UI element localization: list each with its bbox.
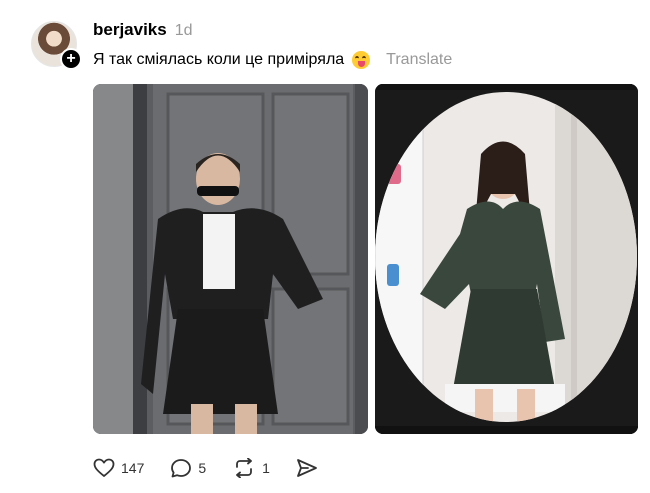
post-image-2[interactable]	[375, 84, 638, 434]
repost-icon	[236, 458, 253, 478]
translate-link[interactable]: Translate	[386, 51, 452, 69]
post-timestamp[interactable]: 1d	[175, 22, 193, 40]
like-count: 147	[121, 460, 145, 476]
comment-icon	[171, 459, 192, 478]
squinting-tongue-emoji-icon	[352, 51, 371, 69]
post-actions-bar: 147 5 1	[93, 458, 344, 478]
thread-post: + berjaviks 1d Я так сміялась коли це пр…	[0, 0, 650, 493]
comment-button[interactable]: 5	[170, 458, 206, 478]
send-icon	[297, 459, 317, 477]
heart-icon	[93, 458, 115, 477]
share-button[interactable]	[296, 458, 318, 478]
post-caption: Я так сміялась коли це приміряла	[93, 51, 345, 68]
caption-row: Я так сміялась коли це приміряла Transla…	[93, 51, 452, 69]
follow-plus-icon[interactable]: +	[60, 48, 82, 70]
photo-woman-blazer-door	[93, 84, 368, 434]
post-image-1[interactable]	[93, 84, 368, 434]
like-button[interactable]: 147	[93, 458, 144, 478]
username[interactable]: berjaviks	[93, 20, 167, 40]
photo-woman-green-blazer	[375, 84, 638, 434]
repost-count: 1	[262, 460, 270, 476]
post-header: berjaviks 1d	[93, 20, 193, 40]
comment-count: 5	[198, 460, 207, 476]
avatar-container[interactable]: +	[31, 21, 82, 71]
repost-button[interactable]: 1	[232, 458, 270, 478]
